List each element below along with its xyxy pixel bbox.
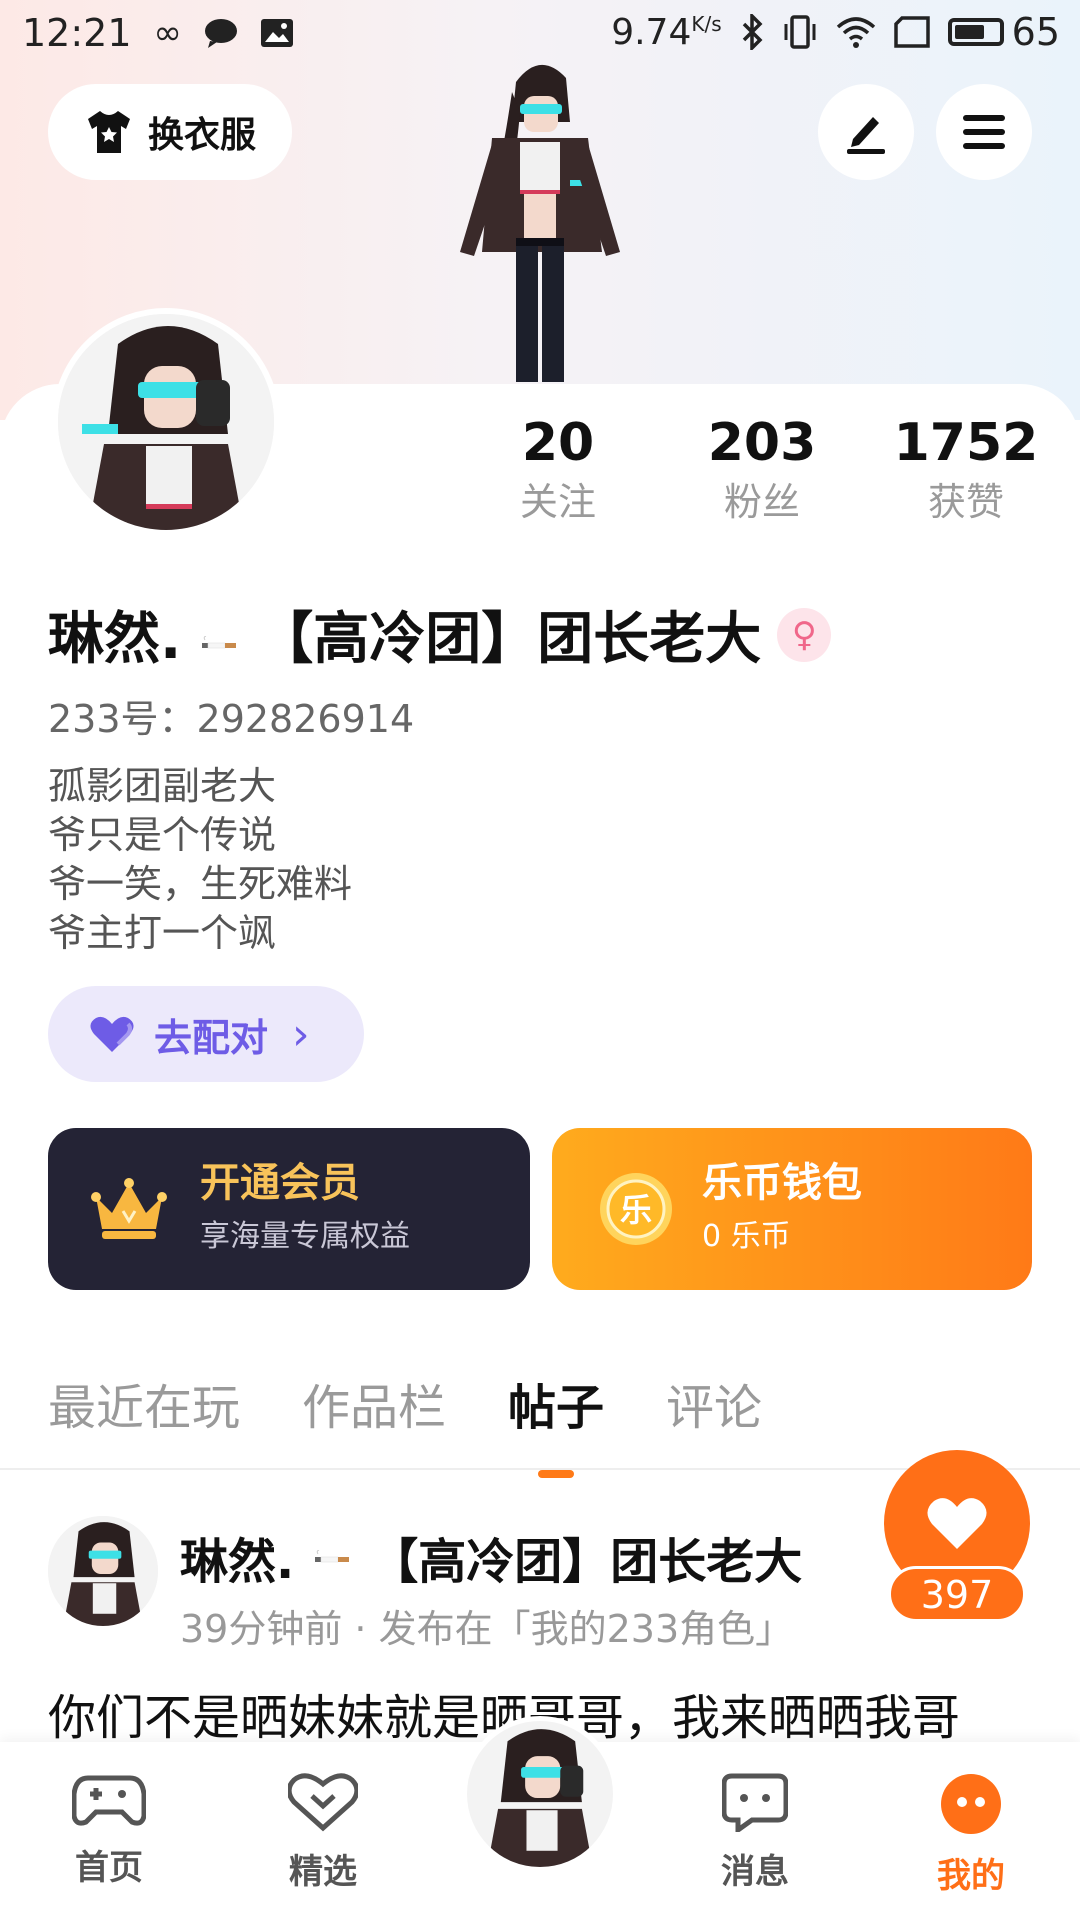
- message-icon: [721, 1773, 789, 1835]
- match-label: 去配对: [154, 1015, 269, 1060]
- heart-icon: [927, 1498, 987, 1549]
- dress-up-button[interactable]: 换衣服: [48, 84, 292, 180]
- center-avatar-image: [467, 1721, 613, 1867]
- profile-name-part2: 【高冷团】团长老大: [257, 607, 762, 672]
- nav-messages-label: 消息: [721, 1852, 789, 1892]
- avatar[interactable]: [52, 308, 280, 536]
- coin-char: 乐: [620, 1191, 652, 1229]
- crown-icon: [91, 1178, 167, 1239]
- edit-button[interactable]: [818, 84, 914, 180]
- net-speed: 9.74K/s: [611, 12, 721, 53]
- image-icon: [260, 19, 293, 47]
- bio-line: 爷只是个传说: [48, 813, 277, 857]
- nav-home[interactable]: 首页: [44, 1772, 174, 1889]
- net-speed-unit: K/s: [691, 11, 722, 36]
- battery-level: 65: [1011, 10, 1060, 54]
- stat-likes[interactable]: 1752 获赞: [866, 410, 1066, 528]
- dress-up-label: 换衣服: [147, 115, 256, 156]
- like-count: 397: [888, 1566, 1026, 1622]
- menu-icon: [963, 115, 1005, 149]
- post-avatar-image: [48, 1516, 158, 1626]
- stat-followers-value: 203: [707, 413, 817, 473]
- bio-line: 孤影团副老大: [48, 764, 277, 808]
- stat-likes-label: 获赞: [927, 480, 1004, 524]
- nav-featured-label: 精选: [289, 1852, 357, 1892]
- gamepad-icon: [71, 1775, 147, 1826]
- match-button[interactable]: 去配对 ›: [48, 986, 364, 1082]
- face-icon: [941, 1774, 1001, 1834]
- tab-works[interactable]: 作品栏: [302, 1368, 446, 1438]
- menu-button[interactable]: [936, 84, 1032, 180]
- cigarette-icon: [315, 1550, 350, 1563]
- nav-featured[interactable]: 精选: [258, 1772, 388, 1893]
- nav-me[interactable]: 我的: [906, 1772, 1036, 1897]
- nav-center-avatar[interactable]: [462, 1716, 618, 1872]
- stat-following-value: 20: [521, 413, 595, 473]
- profile-name-part1: 琳然.: [48, 607, 182, 672]
- coin-title: 乐币钱包: [702, 1160, 862, 1206]
- post-author-part1: 琳然.: [180, 1534, 295, 1590]
- stat-followers-label: 粉丝: [723, 480, 800, 524]
- stat-following[interactable]: 20 关注: [458, 410, 658, 528]
- net-speed-value: 9.74: [611, 11, 692, 53]
- post-author-avatar[interactable]: [48, 1516, 158, 1626]
- post-author-name[interactable]: 琳然. 【高冷团】团长老大: [180, 1522, 802, 1592]
- female-icon: ♀: [777, 607, 832, 662]
- cigarette-icon: [202, 635, 237, 649]
- heart-chat-icon: [286, 1773, 360, 1832]
- nav-me-label: 我的: [937, 1856, 1005, 1896]
- tab-posts[interactable]: 帖子: [508, 1368, 605, 1478]
- avatar-image: [58, 314, 274, 530]
- coin-icon: 乐: [600, 1173, 672, 1245]
- post-author-part2: 【高冷团】团长老大: [370, 1534, 803, 1590]
- hearts-icon: [90, 1016, 134, 1052]
- bio: 孤影团副老大 爷只是个传说 爷一笑，生死难料 爷主打一个飒: [48, 762, 352, 958]
- tab-indicator: [538, 1470, 575, 1478]
- tab-recent-played[interactable]: 最近在玩: [48, 1368, 240, 1438]
- bio-line: 爷一笑，生死难料: [48, 862, 353, 906]
- nav-home-label: 首页: [75, 1848, 143, 1888]
- bluetooth-icon: [742, 14, 763, 50]
- infinity-icon: ∞: [153, 13, 182, 53]
- profile-name-row: 琳然. 【高冷团】团长老大 ♀: [48, 594, 832, 675]
- sim-icon: [893, 16, 930, 48]
- tab-comments[interactable]: 评论: [666, 1368, 762, 1438]
- bio-line: 爷主打一个飒: [48, 911, 277, 955]
- nav-messages[interactable]: 消息: [690, 1772, 820, 1893]
- chat-bubble-icon: [204, 19, 237, 48]
- chevron-right-icon: ›: [292, 1008, 310, 1060]
- wifi-icon: [836, 17, 875, 48]
- stat-likes-value: 1752: [893, 413, 1039, 473]
- coin-balance: 0 乐币: [702, 1219, 791, 1254]
- edit-icon: [847, 117, 885, 154]
- battery-indicator: 65: [947, 10, 1060, 54]
- tab-posts-label: 帖子: [508, 1380, 605, 1436]
- vip-title: 开通会员: [200, 1160, 360, 1206]
- character-figure[interactable]: [420, 52, 660, 382]
- stat-following-label: 关注: [519, 480, 596, 524]
- post-meta: 39分钟前 · 发布在「我的233角色」: [180, 1607, 794, 1651]
- stat-followers[interactable]: 203 粉丝: [662, 410, 862, 528]
- vip-card[interactable]: 开通会员 享海量专属权益: [48, 1128, 530, 1290]
- coin-wallet-card[interactable]: 乐 乐币钱包 0 乐币: [552, 1128, 1032, 1290]
- vibrate-icon: [784, 15, 816, 49]
- vip-subtitle: 享海量专属权益: [200, 1219, 410, 1254]
- battery-icon: [947, 18, 1004, 46]
- status-time: 12:21: [22, 11, 132, 55]
- profile-name: 琳然. 【高冷团】团长老大: [48, 594, 761, 675]
- user-id[interactable]: 233号：292826914: [48, 688, 414, 743]
- profile-tabs: 最近在玩 作品栏 帖子 评论: [48, 1368, 762, 1478]
- tshirt-icon: [87, 111, 130, 153]
